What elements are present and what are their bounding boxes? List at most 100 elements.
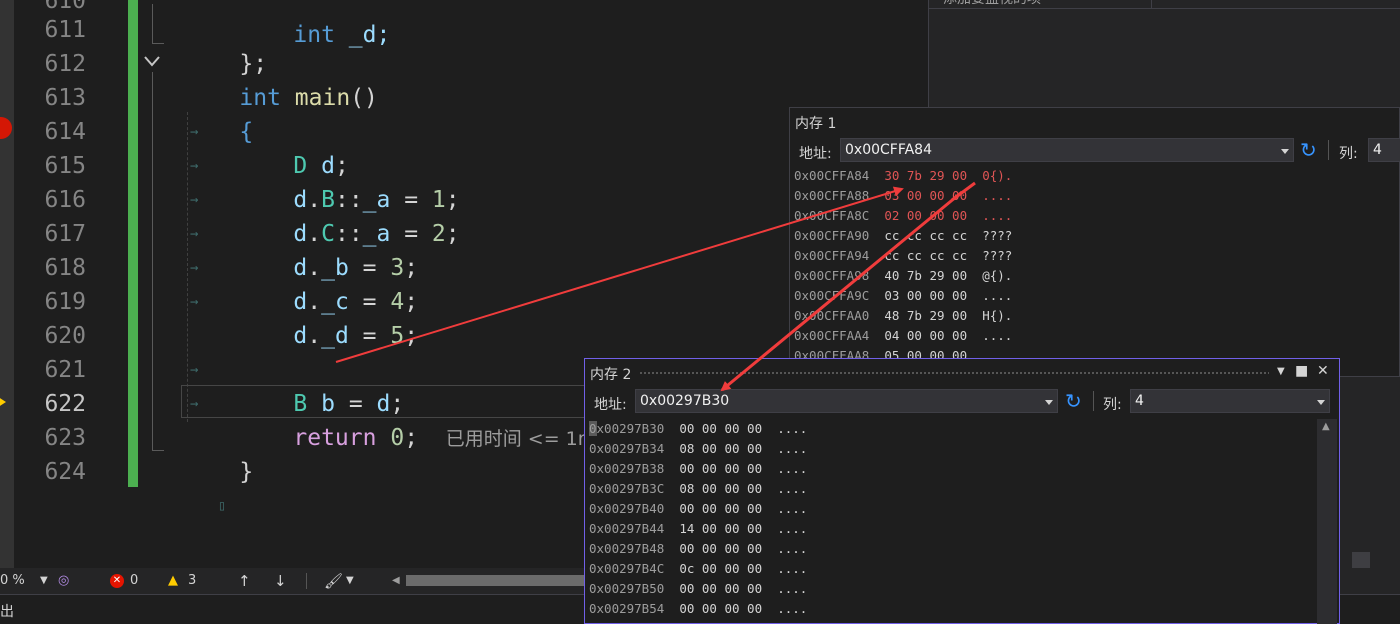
output-tab-label[interactable]: 出 — [0, 601, 14, 621]
memory-bytes[interactable]: cc cc cc cc — [884, 248, 967, 263]
memory-ascii[interactable]: .... — [777, 461, 807, 476]
code-line-614[interactable]: D d; — [238, 115, 348, 179]
memory-ascii[interactable]: .... — [777, 581, 807, 596]
horizontal-scrollbar-thumb[interactable] — [406, 575, 586, 586]
address-input[interactable]: 0x00297B30 — [635, 389, 1058, 413]
code-line-612[interactable]: int main() — [184, 47, 378, 111]
close-icon[interactable]: ✕ — [1317, 363, 1329, 379]
glyph-margin[interactable] — [0, 0, 14, 568]
window-menu-dropdown-icon[interactable]: ▼ — [1277, 366, 1285, 377]
scroll-left-icon[interactable]: ◀ — [392, 568, 400, 594]
memory-ascii[interactable]: .... — [777, 481, 807, 496]
memory-bytes[interactable]: 48 7b 29 00 — [884, 308, 967, 323]
memory-row[interactable]: 0x00297B48 00 00 00 00 .... — [589, 539, 807, 559]
memory-row[interactable]: 0x00297B54 00 00 00 00 .... — [589, 599, 807, 619]
code-line-611[interactable]: }; — [184, 13, 267, 77]
memory-ascii[interactable]: .... — [777, 421, 807, 436]
memory-bytes[interactable]: 40 7b 29 00 — [884, 268, 967, 283]
title-bar-grip[interactable] — [639, 371, 1269, 376]
memory-ascii[interactable]: .... — [777, 541, 807, 556]
error-icon[interactable]: ✕ — [110, 574, 124, 588]
code-line-622[interactable]: return 0; 已用时间 <= 1ms — [238, 387, 606, 451]
memory-ascii[interactable]: .... — [777, 501, 807, 516]
memory-bytes[interactable]: 03 00 00 00 — [884, 288, 967, 303]
code-line-624[interactable]: ▯ — [184, 455, 226, 514]
address-dropdown-icon[interactable] — [1045, 400, 1053, 405]
memory-row[interactable]: 0x00CFFA90 cc cc cc cc ???? — [794, 226, 1012, 246]
code-line-616[interactable]: d.C::_a = 2; — [238, 183, 459, 247]
memory-ascii[interactable]: @{). — [982, 268, 1012, 283]
memory-row[interactable]: 0x00CFFA9C 03 00 00 00 .... — [794, 286, 1012, 306]
memory-ascii[interactable]: .... — [982, 188, 1012, 203]
memory-row[interactable]: 0x00CFFA98 40 7b 29 00 @{). — [794, 266, 1012, 286]
memory-row[interactable]: 0x00297B38 00 00 00 00 .... — [589, 459, 807, 479]
memory-bytes[interactable]: 08 00 00 00 — [679, 441, 762, 456]
memory-row[interactable]: 0x00297B40 00 00 00 00 .... — [589, 499, 807, 519]
next-issue-icon[interactable]: ↓ — [274, 568, 287, 594]
memory-row[interactable]: 0x00297B50 00 00 00 00 .... — [589, 579, 807, 599]
memory-row[interactable]: 0x00CFFAA0 48 7b 29 00 H{). — [794, 306, 1012, 326]
memory-row[interactable]: 0x00297B3C 08 00 00 00 .... — [589, 479, 807, 499]
zoom-level[interactable]: 0 % — [0, 568, 25, 594]
memory-bytes[interactable]: 30 7b 29 00 — [884, 168, 967, 183]
watch-add-item-row[interactable]: 添加要监视的项 — [929, 0, 1400, 9]
memory-ascii[interactable]: ???? — [982, 228, 1012, 243]
memory-window-2[interactable]: 内存 2 ▼ ■ ✕ 地址: 0x00297B30 ↻ 列: 4 0x00297… — [584, 358, 1340, 624]
previous-issue-icon[interactable]: ↑ — [238, 568, 251, 594]
address-input[interactable]: 0x00CFFA84 — [840, 138, 1294, 162]
memory-bytes[interactable]: 00 00 00 00 — [679, 581, 762, 596]
memory-row[interactable]: 0x00CFFAA4 04 00 00 00 .... — [794, 326, 1012, 346]
memory-bytes[interactable]: 02 00 00 00 — [884, 208, 967, 223]
memory-ascii[interactable]: .... — [777, 561, 807, 576]
address-dropdown-icon[interactable] — [1281, 149, 1289, 154]
memory-ascii[interactable]: .... — [982, 208, 1012, 223]
memory-ascii[interactable]: .... — [777, 601, 807, 616]
memory-row[interactable]: 0x00CFFA84 30 7b 29 00 0{). — [794, 166, 1012, 186]
perf-tip-hint[interactable]: 已用时间 <= 1ms — [446, 428, 606, 450]
memory-ascii[interactable]: ???? — [982, 248, 1012, 263]
memory-row[interactable]: 0x00CFFA8C 02 00 00 00 .... — [794, 206, 1012, 226]
memory-bytes[interactable]: 08 00 00 00 — [679, 481, 762, 496]
code-line-615[interactable]: d.B::_a = 1; — [238, 149, 459, 213]
memory-row[interactable]: 0x00CFFA88 03 00 00 00 .... — [794, 186, 1012, 206]
maximize-icon[interactable]: ■ — [1295, 363, 1308, 379]
warning-count[interactable]: 3 — [188, 568, 196, 594]
memory-bytes[interactable]: 14 00 00 00 — [679, 521, 762, 536]
code-line-621[interactable]: B b = d; — [238, 353, 404, 417]
code-cleanup-dropdown-icon[interactable]: ▼ — [346, 568, 354, 594]
memory-bytes[interactable]: 00 00 00 00 — [679, 421, 762, 436]
memory-bytes[interactable]: 00 00 00 00 — [679, 541, 762, 556]
watch-column-divider[interactable] — [1151, 0, 1152, 9]
collapse-chevron-icon[interactable] — [143, 54, 161, 68]
scroll-up-icon[interactable]: ▲ — [1322, 421, 1330, 432]
refresh-icon[interactable]: ↻ — [1065, 391, 1082, 411]
memory-bytes[interactable]: 04 00 00 00 — [884, 328, 967, 343]
memory-bytes[interactable]: 0c 00 00 00 — [679, 561, 762, 576]
error-count[interactable]: 0 — [130, 568, 138, 594]
warning-icon[interactable]: ▲ — [168, 568, 178, 594]
watch-add-item-placeholder[interactable]: 添加要监视的项 — [943, 0, 1041, 8]
memory-row[interactable]: 0x00297B44 14 00 00 00 .... — [589, 519, 807, 539]
code-line-617[interactable]: d._b = 3; — [238, 217, 418, 281]
code-cleanup-brush-icon[interactable]: 🖌 — [324, 568, 343, 594]
memory-bytes[interactable]: 00 00 00 00 — [679, 461, 762, 476]
refresh-icon[interactable]: ↻ — [1300, 140, 1317, 160]
memory-bytes[interactable]: 00 00 00 00 — [679, 501, 762, 516]
memory-ascii[interactable]: .... — [777, 441, 807, 456]
columns-select[interactable]: 4 — [1368, 138, 1400, 162]
code-line-619[interactable]: d._d = 5; — [238, 285, 418, 349]
memory-ascii[interactable]: 0{). — [982, 168, 1012, 183]
code-line-623[interactable]: } — [184, 421, 253, 485]
memory-row[interactable]: 0x00297B58 00 00 00 00 .... — [589, 619, 807, 624]
memory-row[interactable]: 0x00297B34 08 00 00 00 .... — [589, 439, 807, 459]
memory-ascii[interactable]: .... — [777, 521, 807, 536]
vertical-scrollbar[interactable]: ▲ — [1317, 419, 1337, 624]
copilot-icon[interactable]: ◎ — [58, 568, 69, 594]
memory-row[interactable]: 0x00297B4C 0c 00 00 00 .... — [589, 559, 807, 579]
zoom-dropdown-icon[interactable]: ▼ — [40, 568, 48, 594]
memory-bytes[interactable]: 03 00 00 00 — [884, 188, 967, 203]
code-line-618[interactable]: d._c = 4; — [238, 251, 418, 315]
code-line-613[interactable]: { — [184, 81, 253, 145]
memory-ascii[interactable]: .... — [982, 328, 1012, 343]
memory-row[interactable]: 0x00CFFA94 cc cc cc cc ???? — [794, 246, 1012, 266]
